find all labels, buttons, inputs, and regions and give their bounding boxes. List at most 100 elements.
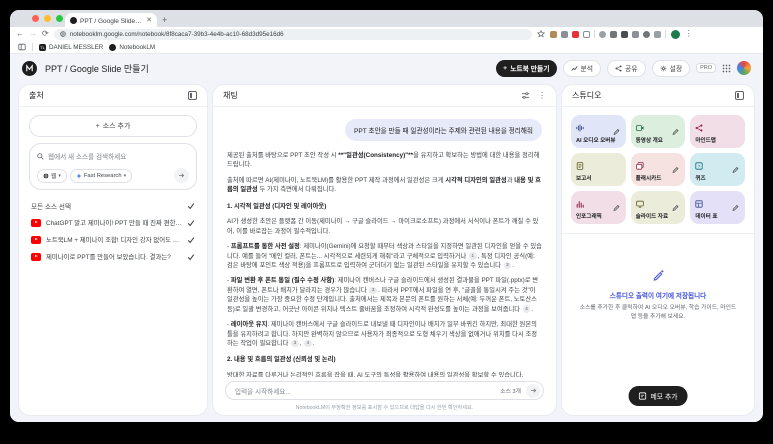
video-icon xyxy=(636,119,644,137)
edit-pencil-icon[interactable] xyxy=(610,125,623,138)
source-search-input[interactable]: 웹에서 새 소스를 검색하세요 xyxy=(48,151,126,161)
citation-chip[interactable]: 3 xyxy=(369,287,377,295)
analytics-button[interactable]: 분석 xyxy=(563,60,602,77)
bookmark-daniel-messler[interactable]: TL DANIEL MESSLER xyxy=(39,44,103,51)
add-note-button[interactable]: 메모 추가 xyxy=(629,386,688,406)
extension-icon[interactable] xyxy=(621,31,628,38)
studio-card-table[interactable]: 데이터 표 xyxy=(690,191,745,224)
citation-chip[interactable]: 1 xyxy=(469,252,477,260)
forward-icon[interactable]: → xyxy=(29,30,37,38)
send-button[interactable] xyxy=(526,384,540,398)
studio-card-slides[interactable]: 슬라이드 자료 xyxy=(631,191,686,224)
studio-card-infographic[interactable]: 인포그래픽 xyxy=(571,191,626,224)
code-extension-icon[interactable] xyxy=(654,31,661,38)
site-info-icon[interactable] xyxy=(60,31,66,37)
address-bar[interactable]: notebooklm.google.com/notebook/8f8caca7-… xyxy=(54,29,532,40)
edit-pencil-icon[interactable] xyxy=(729,163,742,176)
arrow-right-icon xyxy=(530,387,537,394)
arrow-right-icon xyxy=(178,172,185,179)
create-notebook-button[interactable]: + 노트북 만들기 xyxy=(496,60,556,77)
studio-card-quiz[interactable]: ?퀴즈 xyxy=(690,153,745,186)
browser-tab[interactable]: PPT / Google Slide 만들기 - N ✕ xyxy=(65,13,157,27)
reload-icon[interactable]: ⟳ xyxy=(42,30,49,38)
notebook-title[interactable]: PPT / Google Slide 만들기 xyxy=(45,62,490,75)
source-list-item[interactable]: 제미나이로 PPT를 만들어 보았습니다. 결과는? xyxy=(19,248,207,265)
citation-chip[interactable]: 3 xyxy=(504,262,512,270)
checkbox-checked-icon[interactable] xyxy=(187,202,195,210)
studio-panel-title: 스튜디오 xyxy=(572,90,601,101)
studio-card-report[interactable]: 보고서 xyxy=(571,153,626,186)
notebooklm-app: PPT / Google Slide 만들기 + 노트북 만들기 분석 공유 설… xyxy=(10,54,763,422)
studio-card-video[interactable]: 동영상 개요 xyxy=(631,115,686,148)
new-tab-button[interactable]: + xyxy=(162,15,167,25)
plus-icon: + xyxy=(96,123,100,130)
studio-panel: 스튜디오 AI 오디오 오버뷰동영상 개요마인드맵보고서 플래시카드?퀴즈인포그래… xyxy=(561,84,755,416)
slides-icon xyxy=(636,195,644,213)
citation-chip[interactable]: 3 xyxy=(291,340,299,348)
collapse-studio-icon[interactable] xyxy=(735,91,744,100)
add-source-button[interactable]: + 소스 추가 xyxy=(29,115,197,137)
quiz-icon: ? xyxy=(695,157,703,175)
share-button[interactable]: 공유 xyxy=(607,60,646,77)
fast-research-chip[interactable]: Fast Research ▾ xyxy=(70,169,132,183)
extension-icon[interactable] xyxy=(561,31,568,38)
close-tab-icon[interactable]: ✕ xyxy=(146,16,152,24)
chat-input-bar[interactable]: 입력을 시작하세요... 소스 3개 xyxy=(225,381,544,400)
chat-input[interactable]: 입력을 시작하세요... xyxy=(235,386,495,396)
checkbox-checked-icon[interactable] xyxy=(187,253,195,261)
extension-icon[interactable] xyxy=(550,31,557,38)
minimize-window-button[interactable] xyxy=(44,15,51,22)
collapse-sources-icon[interactable] xyxy=(188,91,197,100)
chat-panel: 채팅 ⋮ PPT 초안을 만들 때 일관성이라는 주제와 관련된 내용을 정리해… xyxy=(212,84,557,416)
chat-scroll-area[interactable]: PPT 초안을 만들 때 일관성이라는 주제와 관련된 내용을 정리해줘 제공된… xyxy=(213,107,556,377)
source-list-item[interactable]: ChatGPT 말고 제미나이! PPT 만들 때 진짜 편한 이유 (실전 공… xyxy=(19,214,207,231)
side-panel-icon[interactable] xyxy=(18,43,26,51)
zoom-window-button[interactable] xyxy=(56,15,63,22)
extension-icon[interactable] xyxy=(572,31,579,38)
extension-icon[interactable] xyxy=(632,31,639,38)
user-avatar[interactable] xyxy=(737,61,751,75)
studio-empty-title: 스튜디오 출력이 여기에 저장됩니다 xyxy=(578,290,738,300)
extension-icon[interactable] xyxy=(643,31,650,38)
research-icon xyxy=(76,173,82,179)
search-submit-button[interactable] xyxy=(174,168,189,183)
back-icon[interactable]: ← xyxy=(16,30,24,38)
bookmark-favicon xyxy=(109,44,116,51)
citation-chip[interactable]: 4 xyxy=(523,305,531,313)
edit-pencil-icon[interactable] xyxy=(610,201,623,214)
studio-card-mindmap[interactable]: 마인드맵 xyxy=(690,115,745,148)
edit-pencil-icon[interactable] xyxy=(669,163,682,176)
google-apps-icon[interactable] xyxy=(722,64,731,73)
bookmark-star-icon[interactable] xyxy=(537,30,545,38)
source-count-label: 소스 3개 xyxy=(500,386,521,395)
table-icon xyxy=(695,195,703,213)
citation-chip[interactable]: 4 xyxy=(304,340,312,348)
more-options-icon[interactable]: ⋮ xyxy=(538,91,546,100)
studio-card-audio-waveform[interactable]: AI 오디오 오버뷰 xyxy=(571,115,626,148)
notebooklm-logo[interactable] xyxy=(22,61,37,76)
settings-button[interactable]: 설정 xyxy=(652,60,691,77)
browser-toolbar: ← → ⟳ notebooklm.google.com/notebook/8f8… xyxy=(10,27,763,41)
edit-pencil-icon[interactable] xyxy=(729,201,742,214)
extension-icon[interactable] xyxy=(599,31,606,38)
extension-icon[interactable] xyxy=(583,31,590,38)
studio-card-flashcards[interactable]: 플래시카드 xyxy=(631,153,686,186)
edit-pencil-icon[interactable] xyxy=(669,125,682,138)
browser-menu-icon[interactable]: ⋮ xyxy=(685,30,693,38)
studio-card-label: 보고서 xyxy=(576,174,623,182)
web-source-search-box[interactable]: 웹에서 새 소스를 검색하세요 웹 ▾ Fast Research ▾ xyxy=(29,143,197,190)
infographic-icon xyxy=(576,195,584,213)
chat-settings-icon[interactable] xyxy=(521,91,530,100)
checkbox-checked-icon[interactable] xyxy=(187,236,195,244)
edit-pencil-icon[interactable] xyxy=(669,201,682,214)
close-window-button[interactable] xyxy=(32,15,39,22)
tab-strip: PPT / Google Slide 만들기 - N ✕ + xyxy=(10,10,763,27)
checkbox-checked-icon[interactable] xyxy=(187,219,195,227)
select-all-sources-row[interactable]: 모든 소스 선택 xyxy=(19,198,207,214)
chevron-down-icon: ▾ xyxy=(124,173,127,179)
extension-icon[interactable] xyxy=(610,31,617,38)
bookmark-notebooklm[interactable]: NotebookLM xyxy=(109,44,155,51)
web-filter-chip[interactable]: 웹 ▾ xyxy=(37,169,67,183)
browser-profile-avatar[interactable] xyxy=(671,30,680,39)
source-list-item[interactable]: 노트북LM + 제미나이 조합! 디자인 강자 없어도 전문가급 PPT 만드는… xyxy=(19,231,207,248)
